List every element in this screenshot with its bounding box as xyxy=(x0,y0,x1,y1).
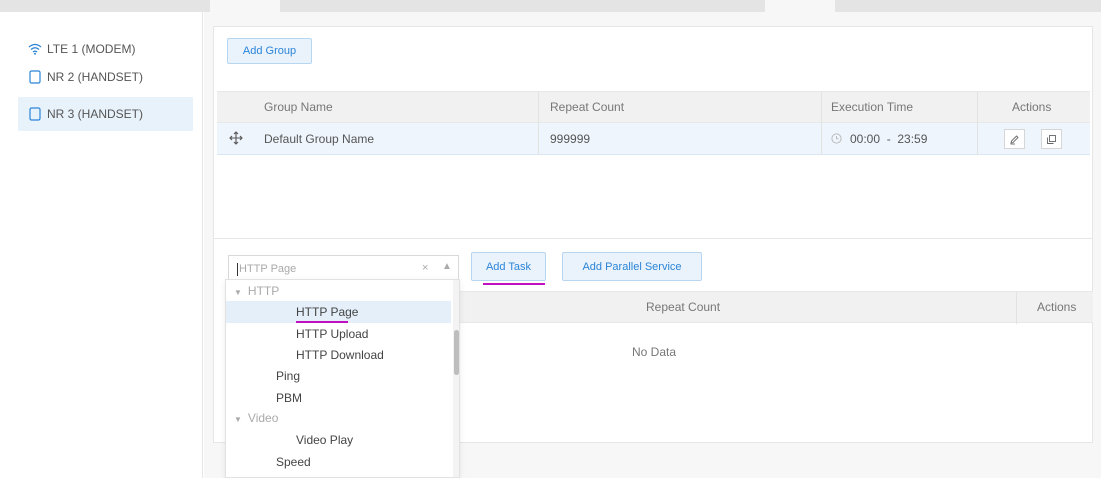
dropdown-group-http[interactable]: ▼ HTTP xyxy=(226,280,451,302)
dropdown-option-ping[interactable]: Ping xyxy=(226,365,451,387)
select-placeholder: HTTP Page xyxy=(239,263,297,275)
empty-state-text: No Data xyxy=(632,345,677,359)
column-divider xyxy=(538,123,539,155)
dropdown-option-video-play[interactable]: Video Play xyxy=(226,429,451,451)
column-divider xyxy=(821,92,822,124)
group-name-cell: Default Group Name xyxy=(264,132,375,146)
phone-icon xyxy=(28,107,42,121)
execution-time-cell: 00:00 - 23:59 xyxy=(850,132,928,146)
top-bar xyxy=(0,0,1101,12)
wifi-icon xyxy=(28,42,42,56)
add-parallel-service-button[interactable]: Add Parallel Service xyxy=(562,252,702,281)
dropdown-option-pbm[interactable]: PBM xyxy=(226,387,451,409)
task-type-dropdown: ▼ HTTP HTTP Page HTTP Upload HTTP Downloa… xyxy=(225,279,460,478)
sidebar-item-label: NR 3 (HANDSET) xyxy=(47,107,144,121)
dropdown-scrollbar[interactable] xyxy=(453,280,459,477)
column-header-repeat-count[interactable]: Repeat Count xyxy=(550,92,624,124)
column-header-group-name[interactable]: Group Name xyxy=(264,92,333,124)
dropdown-option-http-download[interactable]: HTTP Download xyxy=(226,344,451,366)
scrollbar-thumb[interactable] xyxy=(454,330,459,375)
column-divider xyxy=(1016,292,1017,324)
column-divider xyxy=(538,92,539,124)
sidebar-item-label: NR 2 (HANDSET) xyxy=(47,70,144,84)
phone-icon xyxy=(28,70,42,84)
repeat-count-cell: 999999 xyxy=(550,132,591,146)
clear-icon[interactable]: × xyxy=(422,262,428,274)
dropdown-option-http-page[interactable]: HTTP Page xyxy=(226,301,451,323)
dropdown-option-speed[interactable]: Speed xyxy=(226,451,451,473)
top-bar-gap xyxy=(765,0,835,12)
caret-down-icon: ▼ xyxy=(234,415,242,424)
edit-icon[interactable] xyxy=(1004,129,1025,149)
dropdown-group-video[interactable]: ▼ Video xyxy=(226,407,451,429)
column-divider xyxy=(821,123,822,155)
device-sidebar: LTE 1 (MODEM) NR 2 (HANDSET) NR 3 (HANDS… xyxy=(0,12,203,478)
chevron-up-icon[interactable]: ▲ xyxy=(442,261,452,272)
dropdown-option-http-upload[interactable]: HTTP Upload xyxy=(226,323,451,345)
add-group-button[interactable]: Add Group xyxy=(227,38,312,64)
column-header-execution-time[interactable]: Execution Time xyxy=(831,92,913,124)
column-header-actions: Actions xyxy=(1037,300,1077,314)
table-row[interactable]: Default Group Name 999999 00:00 - 23:59 xyxy=(217,123,1090,155)
dropdown-group-label: Video xyxy=(247,411,279,425)
sidebar-item-nr3[interactable]: NR 3 (HANDSET) xyxy=(18,97,193,131)
drag-handle-icon[interactable] xyxy=(229,125,243,157)
group-table-header: Group Name Repeat Count Execution Time A… xyxy=(217,91,1090,124)
add-task-button[interactable]: Add Task xyxy=(471,252,546,281)
sidebar-item-nr2[interactable]: NR 2 (HANDSET) xyxy=(18,62,193,92)
highlight-underline xyxy=(483,283,545,285)
copy-icon[interactable] xyxy=(1041,129,1062,149)
text-cursor xyxy=(237,262,238,276)
column-header-repeat-count[interactable]: Repeat Count xyxy=(646,292,720,324)
clock-icon xyxy=(831,124,842,156)
column-divider xyxy=(977,92,978,124)
sidebar-item-label: LTE 1 (MODEM) xyxy=(47,42,136,56)
top-bar-gap xyxy=(210,0,280,12)
task-table-header: Repeat Count Actions xyxy=(456,291,1093,324)
group-panel: Add Group Group Name Repeat Count Execut… xyxy=(213,26,1093,241)
column-divider xyxy=(977,123,978,155)
dropdown-group-label: HTTP xyxy=(247,284,280,298)
caret-down-icon: ▼ xyxy=(234,288,242,297)
sidebar-item-lte1[interactable]: LTE 1 (MODEM) xyxy=(18,34,193,64)
column-header-actions: Actions xyxy=(1012,100,1052,114)
